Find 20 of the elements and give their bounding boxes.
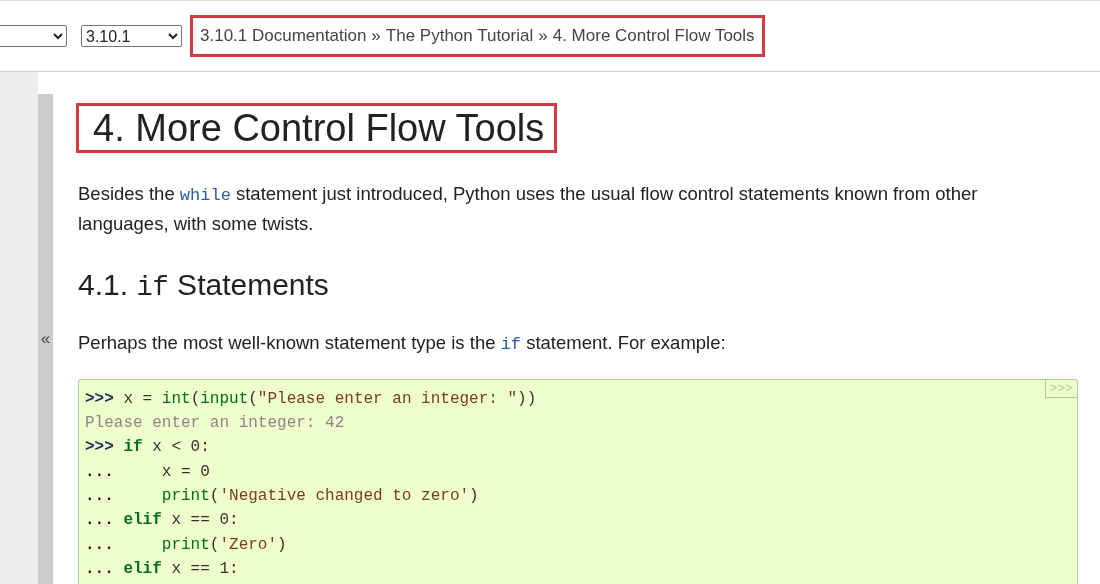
breadcrumb-link[interactable]: The Python Tutorial: [385, 26, 534, 46]
code-line: ... print('Zero'): [85, 534, 287, 556]
code-line: ... elif x == 0:: [85, 510, 239, 532]
breadcrumb-link[interactable]: 3.10.1 Documentation: [200, 26, 367, 46]
breadcrumb-separator: »: [371, 26, 381, 46]
code-line: ... x = 0: [85, 461, 210, 483]
code-line: >>> x = int(input("Please enter an integer: ")): [85, 388, 537, 410]
sidebar-collapse-button[interactable]: «: [38, 94, 53, 584]
breadcrumb-separator: »: [538, 26, 548, 46]
code-line: ... print('Negative changed to zero'): [85, 486, 479, 507]
section-heading: 4.1. if Statements: [78, 267, 330, 303]
code-line: >>> if x < 0:: [85, 437, 210, 459]
example-paragraph: Perhaps the most well-known statement type is the if statement. For example:: [78, 330, 727, 356]
code-line: Please enter an integer: 42: [85, 413, 345, 435]
code-line: ... elif x == 1:: [85, 558, 239, 580]
page-title: 4. More Control Flow Tools: [76, 103, 558, 153]
version-select[interactable]: 3.10.1: [81, 25, 182, 47]
language-select[interactable]: [0, 25, 67, 47]
intro-paragraph: Besides the while statement just introduced, Python uses the usual flow control statements known from other languages, with some twists.: [78, 181, 979, 236]
breadcrumb-link[interactable]: 4. More Control Flow Tools: [552, 26, 755, 46]
